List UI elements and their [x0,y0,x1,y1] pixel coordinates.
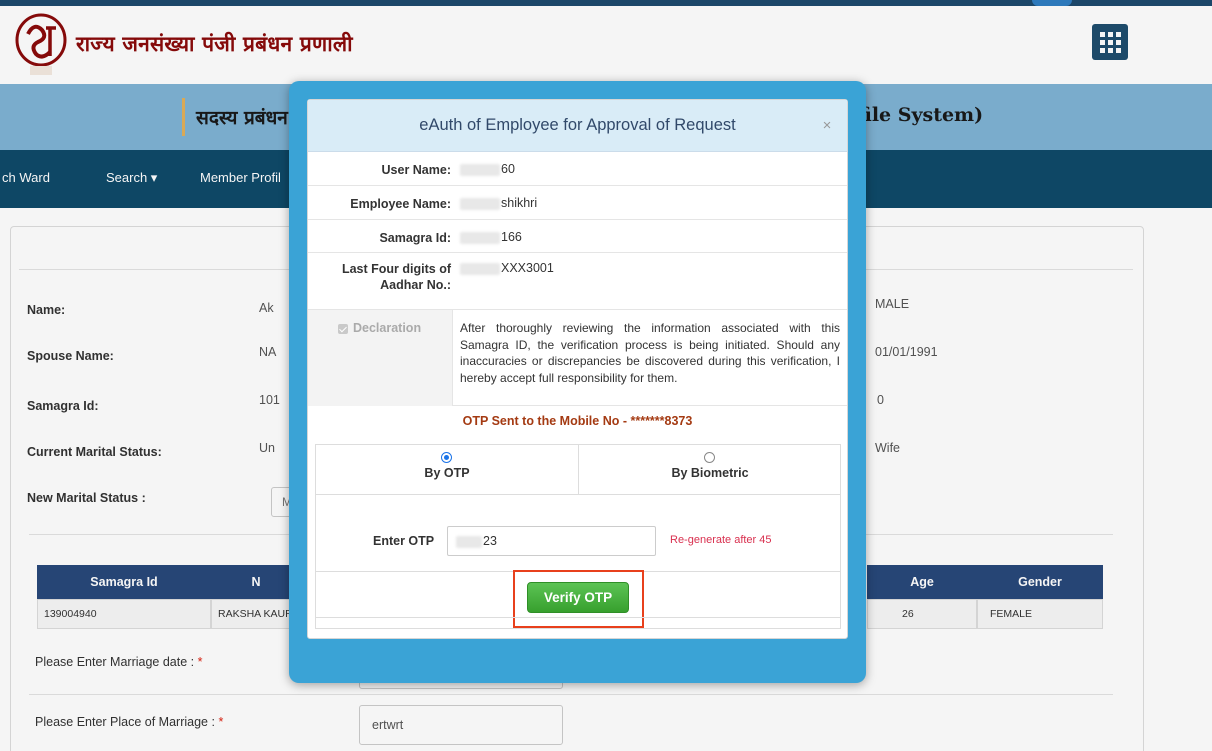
aadhar-value: XXX3001 [460,261,554,275]
modal-content: eAuth of Employee for Approval of Reques… [307,99,848,639]
close-icon[interactable]: × [819,118,835,134]
user-name-label: User Name: [381,163,451,177]
declaration-cell: Declaration [308,310,453,406]
otp-input[interactable]: 23 [447,526,656,556]
by-otp-label: By OTP [424,466,470,480]
otp-entry-row: Enter OTP 23 Re-generate after 45 [316,495,840,572]
samagra-id-label: Samagra Id: [379,231,451,245]
employee-name-row: Employee Name: shikhri [308,186,847,220]
declaration-label: Declaration [353,321,422,335]
auth-options: By OTP By Biometric [316,445,840,495]
user-name-row: User Name: 60 [308,152,847,186]
by-biometric-label: By Biometric [671,466,749,480]
regenerate-timer: Re-generate after 45 [670,534,772,546]
auth-method-box: By OTP By Biometric Enter OTP 23 Re-gene… [315,444,841,629]
enter-otp-label: Enter OTP [373,534,435,548]
user-name-value: 60 [460,162,515,176]
option-by-otp[interactable]: By OTP [316,445,578,495]
declaration-row: Declaration After thoroughly reviewing t… [308,310,847,406]
verify-otp-button[interactable]: Verify OTP [527,582,629,613]
aadhar-label: Last Four digits of Aadhar No.: [341,262,451,292]
modal-header: eAuth of Employee for Approval of Reques… [308,100,847,152]
option-by-biometric[interactable]: By Biometric [578,445,840,495]
samagra-id-row: Samagra Id: 166 [308,220,847,253]
eauth-modal: eAuth of Employee for Approval of Reques… [289,81,866,683]
employee-name-label: Employee Name: [350,197,451,211]
employee-name-value: shikhri [460,196,537,210]
modal-title: eAuth of Employee for Approval of Reques… [419,116,736,134]
radio-by-biometric[interactable] [704,452,715,463]
otp-sent-message: OTP Sent to the Mobile No - *******8373 [462,414,693,428]
declaration-text: After thoroughly reviewing the informati… [460,321,840,385]
radio-by-otp[interactable] [441,452,452,463]
aadhar-row: Last Four digits of Aadhar No.: XXX3001 [308,253,847,310]
declaration-checkbox[interactable] [338,324,348,334]
divider [316,617,840,618]
samagra-id-value: 166 [460,230,522,244]
